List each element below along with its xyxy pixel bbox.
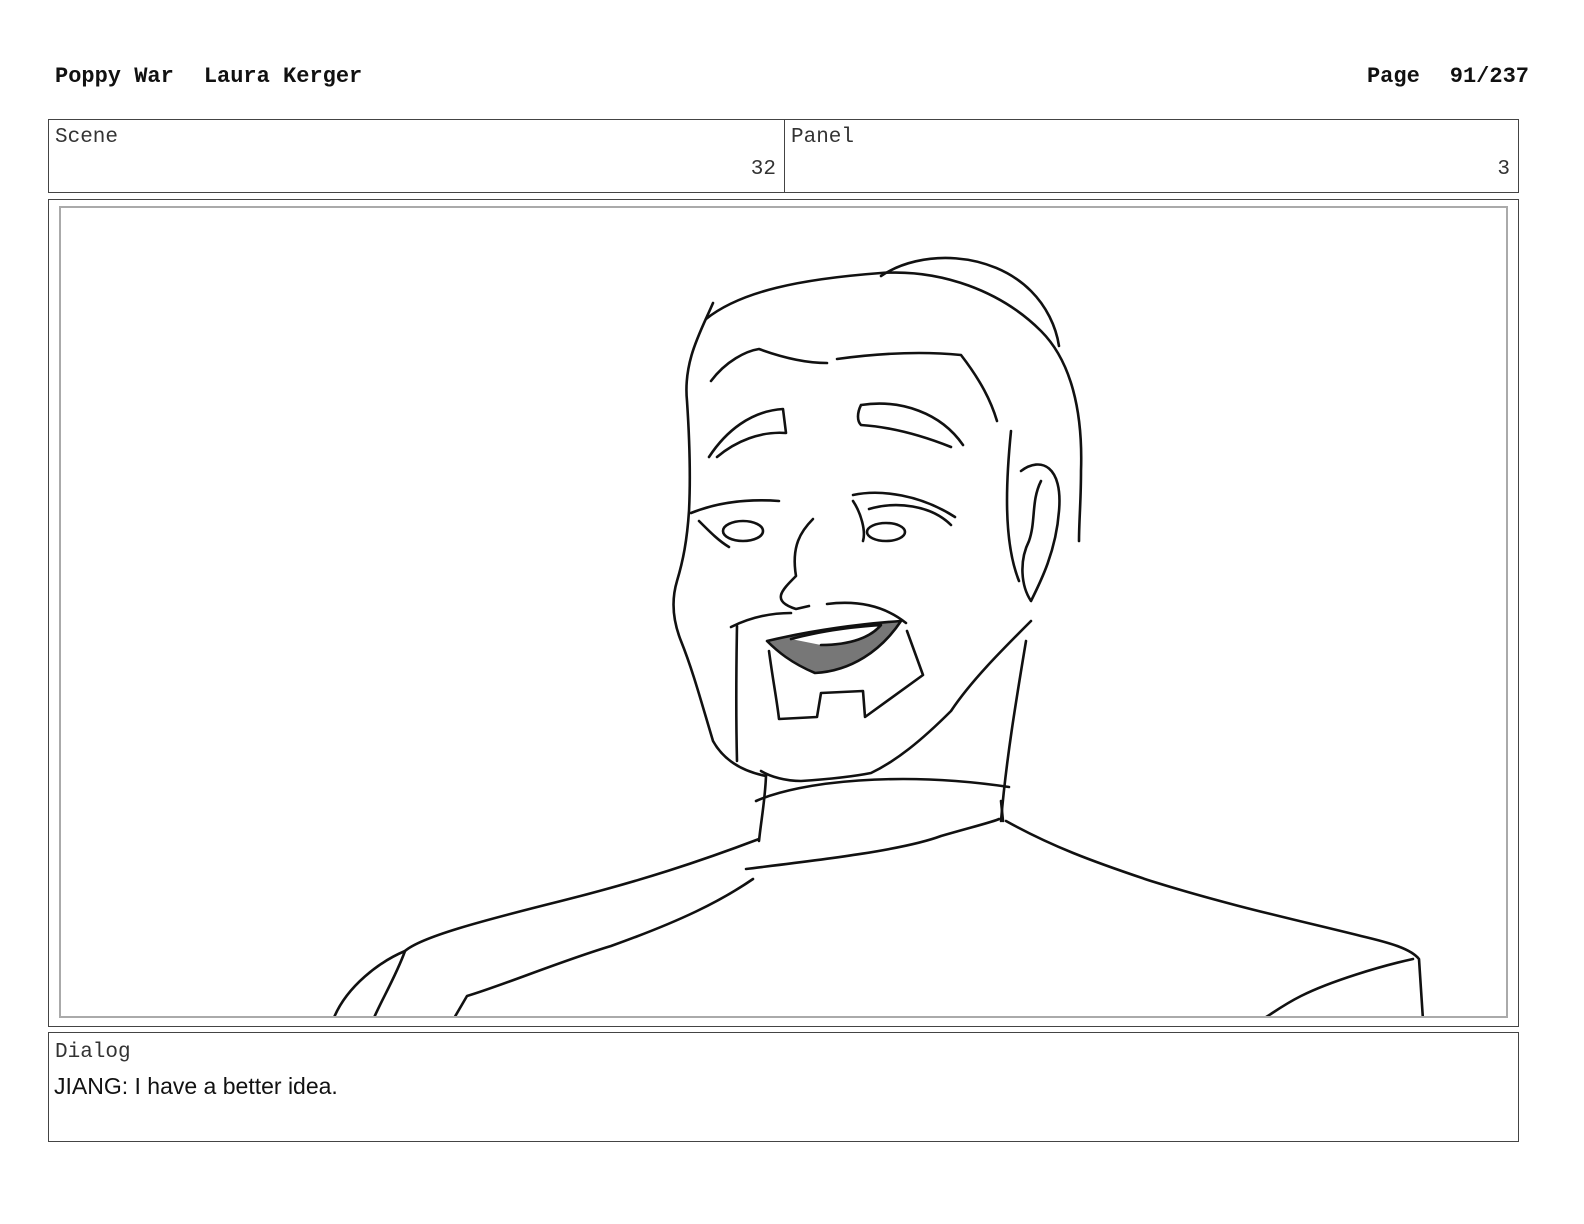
hairline — [709, 347, 999, 423]
project-title: Poppy War — [55, 64, 174, 89]
dialog-box: Dialog JIANG: I have a better idea. — [48, 1032, 1519, 1142]
storyboard-frame — [48, 199, 1519, 1027]
storyboard-image-area — [59, 206, 1508, 1018]
left-brow — [707, 407, 788, 459]
neck-left — [757, 774, 768, 843]
dialog-text: JIANG: I have a better idea. — [54, 1073, 338, 1099]
page-header: Poppy War Laura Kerger Page 91/237 — [55, 64, 1529, 94]
left-eye — [721, 519, 765, 543]
cheek-line — [1005, 429, 1021, 583]
page-number: 91/237 — [1449, 64, 1529, 89]
right-shoulder-inner — [1265, 957, 1415, 1016]
collar-top — [754, 777, 1011, 803]
scene-panel-info: Scene 32 Panel 3 — [48, 119, 1519, 193]
left-shoulder-inner — [373, 949, 407, 1016]
collar-bottom — [744, 817, 1001, 871]
hair-tuft — [879, 256, 1061, 348]
scene-label: Scene — [55, 126, 119, 149]
character-sketch — [333, 256, 1425, 1016]
author-name: Laura Kerger — [203, 64, 363, 89]
right-eye — [865, 521, 907, 543]
left-collar-fold — [453, 877, 755, 1016]
panel-number: 3 — [1497, 158, 1510, 181]
scene-number: 32 — [750, 158, 776, 181]
right-brow — [856, 402, 965, 449]
ear — [1019, 463, 1061, 603]
panel-cell: Panel 3 — [785, 120, 1518, 192]
panel-label: Panel — [791, 126, 855, 149]
page-label: Page — [1366, 64, 1420, 89]
neck-right — [999, 639, 1028, 823]
left-shoulder — [333, 837, 761, 1016]
page-counter: Page 91/237 — [1367, 64, 1529, 89]
dialog-label: Dialog — [55, 1041, 131, 1064]
right-shoulder — [1004, 819, 1425, 1016]
header-title-group: Poppy War Laura Kerger — [55, 64, 392, 89]
scene-cell: Scene 32 — [49, 120, 785, 192]
nose — [779, 517, 815, 611]
